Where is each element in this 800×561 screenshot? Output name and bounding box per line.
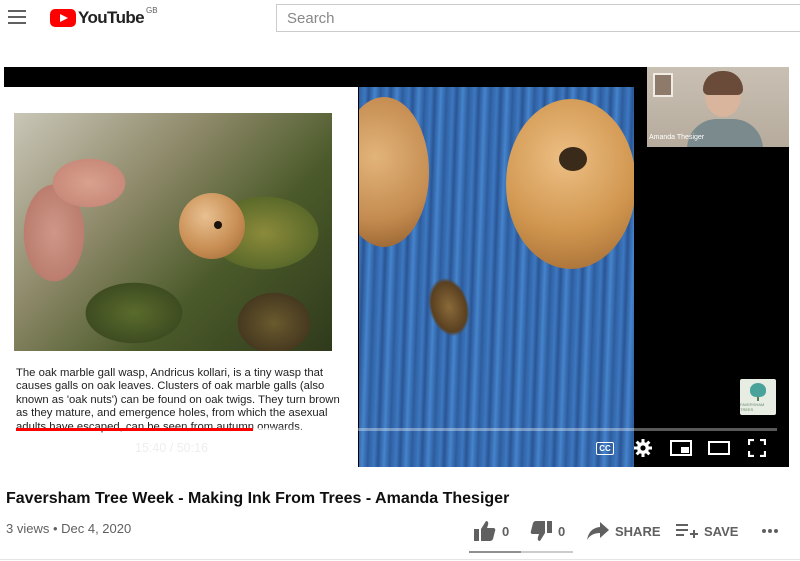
video-title: Faversham Tree Week - Making Ink From Tr… bbox=[6, 490, 510, 507]
progress-played bbox=[16, 428, 254, 431]
gall-wasp-image bbox=[421, 272, 477, 342]
mute-button[interactable] bbox=[98, 435, 124, 461]
miniplayer-button[interactable] bbox=[669, 435, 693, 461]
dislike-button[interactable]: 0 bbox=[530, 521, 565, 541]
fullscreen-button[interactable] bbox=[745, 435, 769, 461]
channel-watermark[interactable]: FAVERSHAM TREES bbox=[740, 379, 776, 415]
youtube-logo[interactable]: YouTube GB bbox=[50, 6, 158, 28]
next-button[interactable] bbox=[60, 435, 84, 461]
captions-icon: CC bbox=[596, 441, 614, 455]
share-icon bbox=[587, 522, 609, 540]
logo-text: YouTube bbox=[78, 8, 145, 27]
thumbs-down-icon bbox=[530, 521, 552, 541]
logo-region-code: GB bbox=[146, 6, 158, 15]
theater-mode-button[interactable] bbox=[707, 435, 731, 461]
oak-gall-image-left bbox=[359, 97, 429, 247]
miniplayer-icon bbox=[670, 440, 692, 456]
sentiment-bar bbox=[469, 551, 573, 553]
settings-icon bbox=[634, 439, 652, 457]
play-button[interactable] bbox=[22, 435, 46, 461]
share-button[interactable]: SHARE bbox=[587, 521, 661, 541]
more-horizontal-icon bbox=[762, 529, 778, 533]
guide-menu-icon[interactable] bbox=[8, 10, 26, 24]
slide-photo-gall-in-hand bbox=[14, 113, 332, 351]
presenter-body bbox=[687, 119, 763, 147]
tree-trunk bbox=[757, 396, 759, 401]
tree-logo-icon bbox=[750, 382, 766, 397]
progress-bar[interactable] bbox=[16, 428, 777, 431]
presenter-hair bbox=[703, 71, 743, 95]
video-player[interactable]: The oak marble gall wasp, Andricus kolla… bbox=[4, 67, 789, 467]
dislike-count: 0 bbox=[558, 523, 566, 539]
oak-gall-image bbox=[179, 193, 245, 259]
playlist-add-icon bbox=[676, 524, 698, 538]
slide-left-panel: The oak marble gall wasp, Andricus kolla… bbox=[4, 87, 358, 467]
share-label: SHARE bbox=[615, 523, 661, 539]
fullscreen-icon bbox=[748, 439, 766, 457]
settings-button[interactable] bbox=[631, 435, 655, 461]
search-input[interactable] bbox=[276, 4, 800, 32]
time-display: 15:40 / 50:16 bbox=[135, 441, 208, 455]
wall-picture bbox=[653, 73, 673, 97]
slide-caption: The oak marble gall wasp, Andricus kolla… bbox=[16, 367, 340, 433]
presenter-name-label: Amanda Thesiger bbox=[649, 134, 705, 141]
masthead: YouTube GB bbox=[0, 0, 800, 36]
slide-photo-galls-on-blue bbox=[359, 87, 634, 467]
video-meta: 3 views • Dec 4, 2020 bbox=[6, 521, 132, 536]
volume-icon bbox=[100, 440, 119, 456]
presenter-webcam: Amanda Thesiger bbox=[647, 67, 789, 147]
save-button[interactable]: SAVE bbox=[676, 521, 738, 541]
emergence-hole bbox=[214, 221, 222, 229]
more-actions-button[interactable] bbox=[761, 521, 779, 541]
like-count: 0 bbox=[502, 523, 510, 539]
save-label: SAVE bbox=[704, 523, 739, 539]
oak-gall-image-right bbox=[506, 99, 634, 269]
thumbs-up-icon bbox=[474, 521, 496, 541]
like-button[interactable]: 0 bbox=[474, 521, 509, 541]
info-divider bbox=[0, 559, 800, 560]
youtube-play-logo-icon bbox=[50, 9, 76, 27]
gall-crater bbox=[559, 147, 587, 171]
play-icon bbox=[27, 440, 41, 456]
watermark-text: FAVERSHAM TREES bbox=[740, 401, 765, 412]
next-icon bbox=[64, 441, 79, 455]
theater-icon bbox=[708, 441, 730, 455]
sentiment-bar-fill bbox=[469, 551, 521, 553]
subtitles-button[interactable]: CC bbox=[593, 435, 617, 461]
